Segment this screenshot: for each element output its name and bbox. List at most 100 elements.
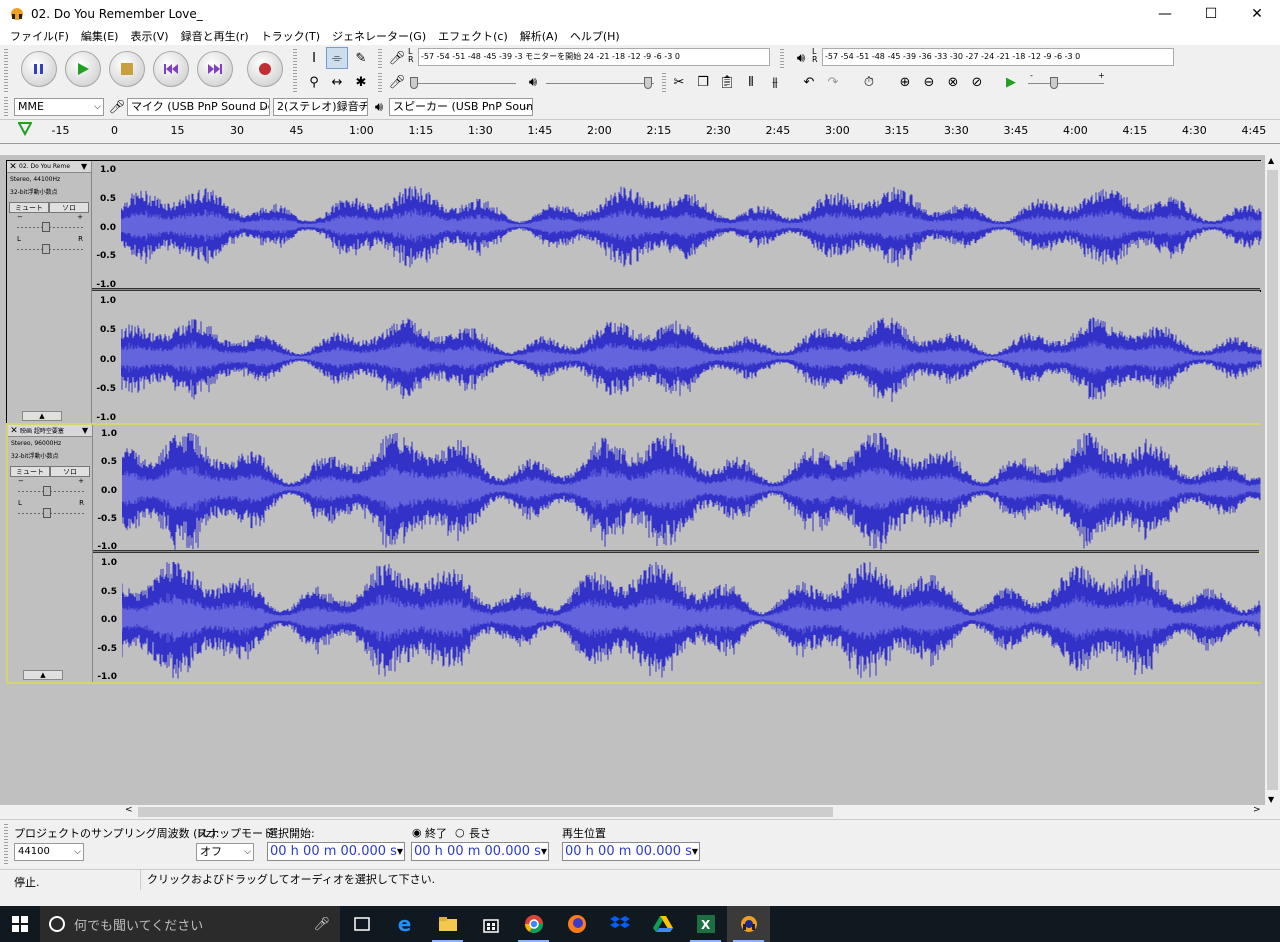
pan-slider[interactable]: LR (17, 235, 83, 257)
track-name[interactable]: 映画 超時空要塞 (20, 426, 82, 435)
solo-button[interactable]: ソロ (50, 466, 90, 477)
start-button[interactable] (0, 906, 40, 942)
store-taskbar-button[interactable] (469, 906, 512, 942)
mute-button[interactable]: ミュート (9, 202, 49, 213)
cut-button[interactable]: ✂ (668, 71, 690, 93)
edge-taskbar-button[interactable]: e (383, 906, 426, 942)
toolbar-grip[interactable] (4, 824, 8, 864)
menu-tracks[interactable]: トラック(T) (255, 28, 326, 44)
project-rate-select[interactable]: 44100 ⌵ (14, 843, 84, 861)
zoom-in-button[interactable]: ⊕ (894, 71, 916, 93)
skip-start-button[interactable] (153, 51, 189, 87)
waveform-channel-right[interactable] (121, 292, 1262, 423)
audio-position-time[interactable]: 00 h 00 m 00.000 s ▼ (562, 842, 700, 861)
fit-selection-button[interactable]: ⊗ (942, 71, 964, 93)
mute-button[interactable]: ミュート (10, 466, 50, 477)
explorer-taskbar-button[interactable] (426, 906, 469, 942)
channel-separator[interactable] (93, 550, 1259, 553)
speaker-icon[interactable]: 🔊︎ (790, 47, 812, 69)
menu-help[interactable]: ヘルプ(H) (564, 28, 626, 44)
end-radio[interactable]: ◉ (412, 826, 422, 839)
silence-button[interactable]: ⫵ (764, 71, 786, 93)
selection-tool-button[interactable]: I (303, 47, 325, 69)
audacity-taskbar-button[interactable] (727, 906, 770, 942)
fit-project-button[interactable]: ⊘ (966, 71, 988, 93)
excel-taskbar-button[interactable]: X (684, 906, 727, 942)
vertical-scrollbar[interactable]: ▲ ▼ (1265, 155, 1280, 805)
skip-end-button[interactable] (197, 51, 233, 87)
snap-mode-select[interactable]: オフ ⌵ (196, 843, 254, 861)
selection-end-time[interactable]: 00 h 00 m 00.000 s ▼ (411, 842, 549, 861)
gain-slider[interactable]: − + (17, 213, 83, 235)
length-radio[interactable]: ○ (455, 826, 465, 839)
drive-taskbar-button[interactable] (641, 906, 684, 942)
envelope-tool-button[interactable]: ⌯ (326, 47, 348, 69)
menu-effect[interactable]: エフェクト(c) (432, 28, 514, 44)
toolbar-grip[interactable] (4, 97, 8, 117)
copy-button[interactable]: ❐ (692, 71, 714, 93)
gain-slider[interactable]: − + (18, 477, 84, 499)
track-name[interactable]: 02. Do You Reme (19, 163, 81, 170)
track-menu-icon[interactable]: ▼ (81, 162, 91, 171)
audio-host-select[interactable]: MME ⌵ (14, 98, 104, 116)
timeshift-tool-button[interactable]: ↔ (326, 71, 348, 93)
horizontal-scroll-thumb[interactable] (138, 807, 833, 817)
menu-generate[interactable]: ジェネレーター(G) (326, 28, 432, 44)
firefox-taskbar-button[interactable] (555, 906, 598, 942)
toolbar-grip[interactable] (4, 49, 8, 93)
maximize-button[interactable]: ☐ (1188, 0, 1234, 27)
scroll-down-icon[interactable]: ▼ (1268, 795, 1274, 804)
multi-tool-button[interactable]: ✱ (350, 71, 372, 93)
toolbar-grip[interactable] (378, 49, 382, 69)
dropbox-taskbar-button[interactable] (598, 906, 641, 942)
recording-channels-select[interactable]: 2(ステレオ)録音チ ⌵ (273, 98, 368, 116)
record-meter[interactable]: -57 -54 -51 -48 -45 -39 -3 モニターを開始 24 -2… (418, 48, 770, 66)
timeline-ruler[interactable]: -15 0 15 30 45 1:00 1:15 1:30 1:45 2:00 2:15 2:30 2:… (0, 120, 1280, 144)
toolbar-grip[interactable] (293, 49, 297, 93)
waveform-channel-right[interactable] (122, 554, 1261, 682)
menu-transport[interactable]: 録音と再生(r) (175, 28, 255, 44)
pause-button[interactable] (21, 51, 57, 87)
stop-button[interactable] (109, 51, 145, 87)
menu-analyze[interactable]: 解析(A) (514, 28, 564, 44)
pan-slider[interactable]: LR (18, 499, 84, 521)
collapse-track-button[interactable]: ▲ (22, 411, 62, 421)
close-track-icon[interactable]: ✕ (8, 426, 20, 436)
toolbar-grip[interactable] (780, 49, 784, 69)
collapse-track-button[interactable]: ▲ (23, 670, 63, 680)
microphone-icon[interactable]: 🎤︎ (313, 917, 330, 932)
toolbar-grip[interactable] (378, 73, 382, 93)
task-view-button[interactable] (340, 906, 383, 942)
input-volume-slider[interactable] (410, 77, 516, 89)
vertical-scroll-thumb[interactable] (1267, 170, 1278, 790)
playback-meter[interactable]: -57 -54 -51 -48 -45 -39 -36 -33 -30 -27 … (822, 48, 1174, 66)
audio-track-1[interactable]: ✕ 02. Do You Reme ▼ Stereo, 44100Hz 32-bit… (6, 160, 1262, 424)
playback-device-select[interactable]: スピーカー (USB PnP Sound D⌵ (389, 98, 533, 116)
play-head-marker-icon[interactable] (17, 122, 33, 139)
menu-view[interactable]: 表示(V) (124, 28, 174, 44)
track-panel[interactable]: ✕ 02. Do You Reme ▼ Stereo, 44100Hz 32-bit… (0, 155, 1265, 805)
record-button[interactable] (247, 51, 283, 87)
waveform-channel-left[interactable] (122, 425, 1261, 552)
play-button[interactable] (65, 51, 101, 87)
track-menu-icon[interactable]: ▼ (82, 426, 92, 435)
recording-device-select[interactable]: マイク (USB PnP Sound Devi ⌵ (127, 98, 270, 116)
sync-lock-button[interactable]: ⏱ (858, 71, 880, 93)
close-track-icon[interactable]: ✕ (7, 162, 19, 172)
minimize-button[interactable]: — (1142, 0, 1188, 27)
menu-edit[interactable]: 編集(E) (75, 28, 125, 44)
paste-button[interactable]: 📋︎ (716, 71, 738, 93)
output-volume-slider[interactable] (546, 77, 654, 89)
horizontal-scrollbar[interactable]: < > (0, 805, 1265, 819)
cortana-search-box[interactable]: 何でも聞いてください 🎤︎ (40, 906, 340, 942)
play-at-speed-button[interactable]: ▶ (1000, 71, 1022, 93)
waveform-channel-left[interactable] (121, 161, 1262, 290)
redo-button[interactable]: ↷ (822, 71, 844, 93)
scroll-left-icon[interactable]: < (125, 805, 133, 815)
trim-button[interactable]: ⫴ (740, 71, 762, 93)
microphone-icon[interactable]: 🎤︎ (386, 47, 408, 69)
undo-button[interactable]: ↶ (798, 71, 820, 93)
toolbar-grip[interactable] (662, 73, 666, 93)
solo-button[interactable]: ソロ (49, 202, 89, 213)
scroll-right-icon[interactable]: > (1253, 805, 1261, 815)
